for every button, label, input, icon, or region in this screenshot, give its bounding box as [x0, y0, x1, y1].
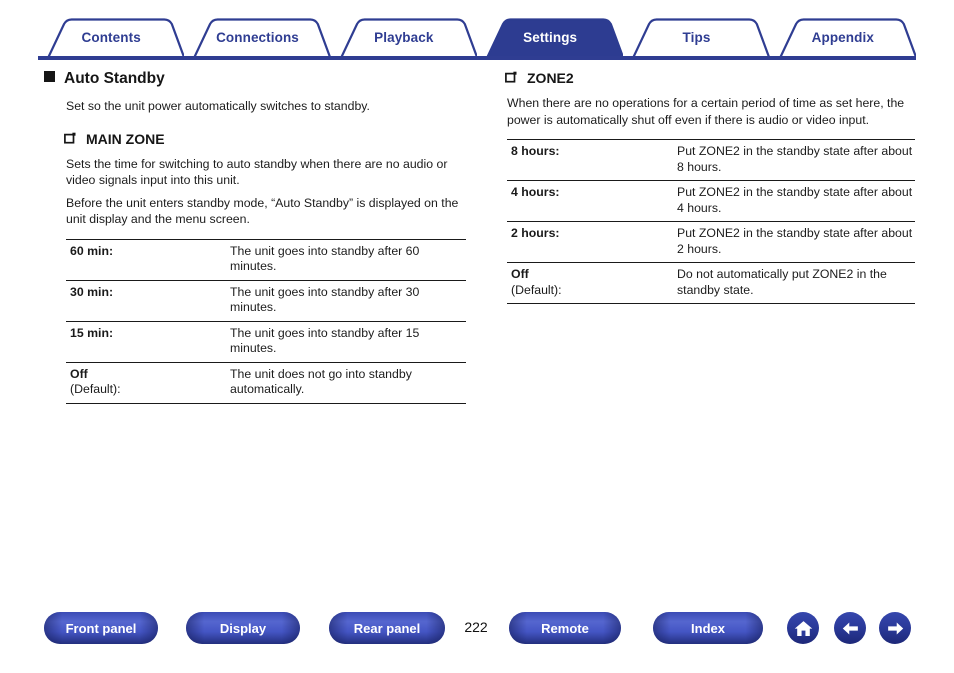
rear-panel-button-label: Rear panel	[353, 620, 421, 636]
tab-settings[interactable]: Settings	[477, 18, 624, 58]
zone2-paragraph-1: When there are no operations for a certa…	[507, 96, 905, 127]
tab-label: Tips	[682, 29, 711, 45]
footer-navigation: Front panel Display Rear panel 222 Remot…	[0, 612, 954, 664]
tab-label: Playback	[374, 29, 434, 45]
setting-term: 8 hours:	[507, 140, 677, 181]
arrow-right-icon	[885, 618, 906, 639]
setting-description: Put ZONE2 in the standby state after abo…	[677, 185, 913, 215]
rear-panel-button[interactable]: Rear panel	[329, 612, 445, 644]
tab-connections[interactable]: Connections	[184, 18, 331, 58]
tab-label: Contents	[81, 29, 141, 45]
setting-term-text: Off	[70, 366, 88, 381]
section-intro-text: Set so the unit power automatically swit…	[66, 99, 370, 113]
subsection-heading-text: ZONE2	[527, 70, 574, 86]
table-row: Off (Default): The unit does not go into…	[66, 362, 466, 403]
setting-term: 30 min:	[66, 280, 230, 321]
setting-term-text: 2 hours:	[511, 226, 560, 240]
table-row: 30 min: The unit goes into standby after…	[66, 280, 466, 321]
tab-label: Appendix	[811, 29, 874, 45]
zone2-settings-table: 8 hours: Put ZONE2 in the standby state …	[507, 139, 915, 304]
table-row: 2 hours: Put ZONE2 in the standby state …	[507, 221, 915, 263]
arrow-left-icon	[840, 618, 861, 639]
tab-strip: Contents Connections Playback Settings T	[38, 18, 916, 58]
page-title-text: Auto Standby	[64, 70, 165, 87]
panel-square-bullet-icon	[64, 131, 76, 144]
back-button[interactable]	[834, 612, 866, 644]
remote-button-label: Remote	[541, 620, 589, 636]
table-row: 15 min: The unit goes into standby after…	[66, 321, 466, 362]
table-row: Off (Default): Do not automatically put …	[507, 262, 915, 304]
setting-description: Do not automatically put ZONE2 in the st…	[677, 267, 887, 297]
index-button-label: Index	[691, 620, 725, 636]
default-note: (Default):	[70, 382, 121, 396]
setting-term-text: 60 min:	[70, 243, 114, 258]
tab-bar-underline	[38, 56, 916, 60]
filled-square-bullet-icon	[44, 71, 55, 82]
page-content: Auto Standby Set so the unit power autom…	[0, 70, 954, 570]
setting-term: Off (Default):	[66, 362, 230, 403]
tab-contents[interactable]: Contents	[38, 18, 185, 58]
left-content-column: Auto Standby Set so the unit power autom…	[44, 70, 466, 404]
tab-label: Settings	[523, 29, 578, 45]
setting-term-text: 30 min:	[70, 284, 114, 299]
home-icon	[793, 618, 814, 639]
tab-label: Connections	[216, 29, 299, 45]
setting-term-text: 4 hours:	[511, 185, 560, 199]
main-zone-paragraph-1: Sets the time for switching to auto stan…	[66, 156, 448, 188]
default-note: (Default):	[511, 282, 562, 297]
setting-description: The unit goes into standby after 15 minu…	[230, 325, 420, 356]
display-button-label: Display	[219, 620, 267, 636]
setting-term-text: 8 hours:	[511, 144, 560, 158]
tab-tips[interactable]: Tips	[623, 18, 770, 58]
forward-button[interactable]	[879, 612, 911, 644]
table-row: 60 min: The unit goes into standby after…	[66, 239, 466, 280]
page-number: 222	[464, 619, 488, 635]
panel-square-bullet-icon	[505, 70, 517, 83]
index-button[interactable]: Index	[653, 612, 763, 644]
setting-term: 15 min:	[66, 321, 230, 362]
setting-term: 2 hours:	[507, 222, 677, 263]
setting-term: 4 hours:	[507, 181, 677, 222]
primary-tab-bar: Contents Connections Playback Settings T	[0, 18, 954, 62]
display-button[interactable]: Display	[186, 612, 300, 644]
setting-term: 60 min:	[66, 239, 230, 280]
setting-term-text: Off	[511, 267, 529, 281]
right-content-column: ZONE2 When there are no operations for a…	[505, 70, 925, 304]
page-title: Auto Standby	[44, 70, 464, 88]
subsection-heading-main-zone: MAIN ZONE	[64, 131, 464, 147]
table-row: 4 hours: Put ZONE2 in the standby state …	[507, 180, 915, 222]
home-button[interactable]	[787, 612, 819, 644]
subsection-heading-text: MAIN ZONE	[86, 130, 165, 147]
table-row: 8 hours: Put ZONE2 in the standby state …	[507, 139, 915, 181]
setting-term-text: 15 min:	[70, 325, 114, 340]
main-zone-paragraph-2: Before the unit enters standby mode, “Au…	[66, 195, 459, 227]
setting-description: The unit does not go into standby automa…	[230, 366, 412, 397]
setting-description: The unit goes into standby after 60 minu…	[230, 243, 420, 274]
tab-playback[interactable]: Playback	[331, 18, 477, 58]
setting-description: Put ZONE2 in the standby state after abo…	[677, 144, 913, 174]
setting-description: Put ZONE2 in the standby state after abo…	[677, 226, 913, 256]
main-zone-settings-table: 60 min: The unit goes into standby after…	[66, 239, 466, 404]
tab-appendix[interactable]: Appendix	[770, 18, 916, 58]
front-panel-button[interactable]: Front panel	[44, 612, 158, 644]
setting-description: The unit goes into standby after 30 minu…	[230, 284, 420, 315]
front-panel-button-label: Front panel	[65, 620, 137, 636]
setting-term: Off (Default):	[507, 263, 677, 304]
subsection-heading-zone2: ZONE2	[505, 70, 925, 86]
remote-button[interactable]: Remote	[509, 612, 621, 644]
